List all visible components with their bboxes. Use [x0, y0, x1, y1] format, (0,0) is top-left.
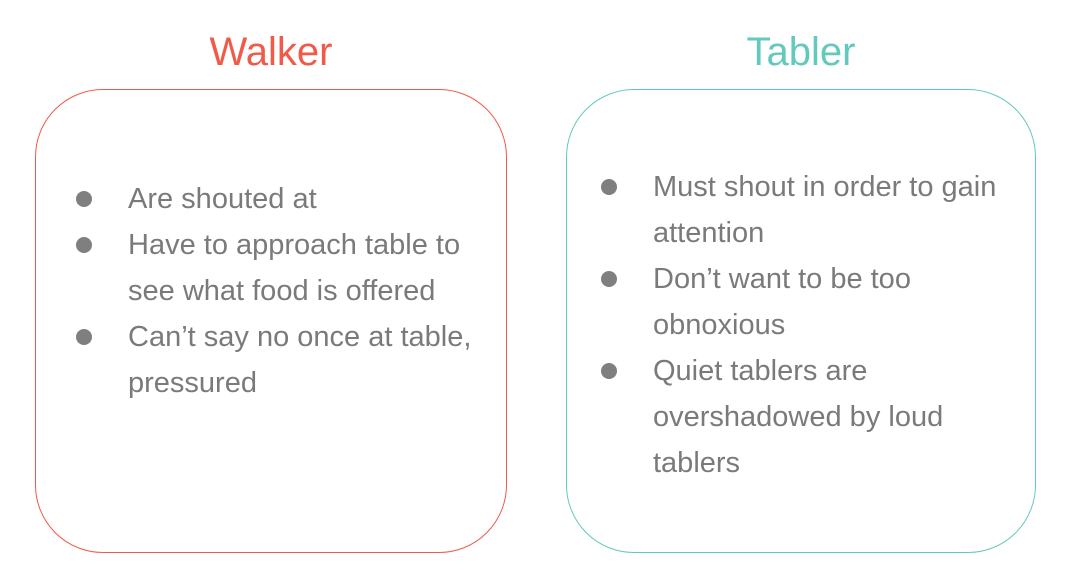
walker-bullet-item: Are shouted at: [76, 176, 496, 222]
tabler-bullet-text: Quiet tablers are overshadowed by loud t…: [653, 355, 944, 479]
bullet-dot-icon: [76, 191, 92, 207]
tabler-bullet-item: Quiet tablers are overshadowed by loud t…: [601, 348, 1026, 486]
walker-bullet-item: Can’t say no once at table, pressured: [76, 314, 496, 406]
walker-bullet-item: Have to approach table to see what food …: [76, 222, 496, 314]
tabler-bullet-text: Must shout in order to gain attention: [653, 171, 997, 249]
bullet-dot-icon: [601, 271, 617, 287]
walker-bullet-list: Are shouted at Have to approach table to…: [76, 176, 496, 406]
tabler-bullet-item: Must shout in order to gain attention: [601, 164, 1026, 256]
walker-title: Walker: [209, 30, 333, 74]
bullet-dot-icon: [76, 237, 92, 253]
tabler-card: Must shout in order to gain attention Do…: [566, 89, 1036, 553]
tabler-bullet-list: Must shout in order to gain attention Do…: [601, 164, 1026, 486]
walker-bullet-text: Have to approach table to see what food …: [128, 229, 461, 307]
tabler-bullet-text: Don’t want to be too obnoxious: [653, 263, 911, 341]
tabler-bullet-item: Don’t want to be too obnoxious: [601, 256, 1026, 348]
walker-bullet-text: Are shouted at: [128, 183, 317, 215]
tabler-title: Tabler: [746, 30, 856, 74]
bullet-dot-icon: [601, 179, 617, 195]
bullet-dot-icon: [76, 329, 92, 345]
bullet-dot-icon: [601, 363, 617, 379]
walker-card: Are shouted at Have to approach table to…: [35, 89, 507, 553]
walker-bullet-text: Can’t say no once at table, pressured: [128, 321, 472, 399]
